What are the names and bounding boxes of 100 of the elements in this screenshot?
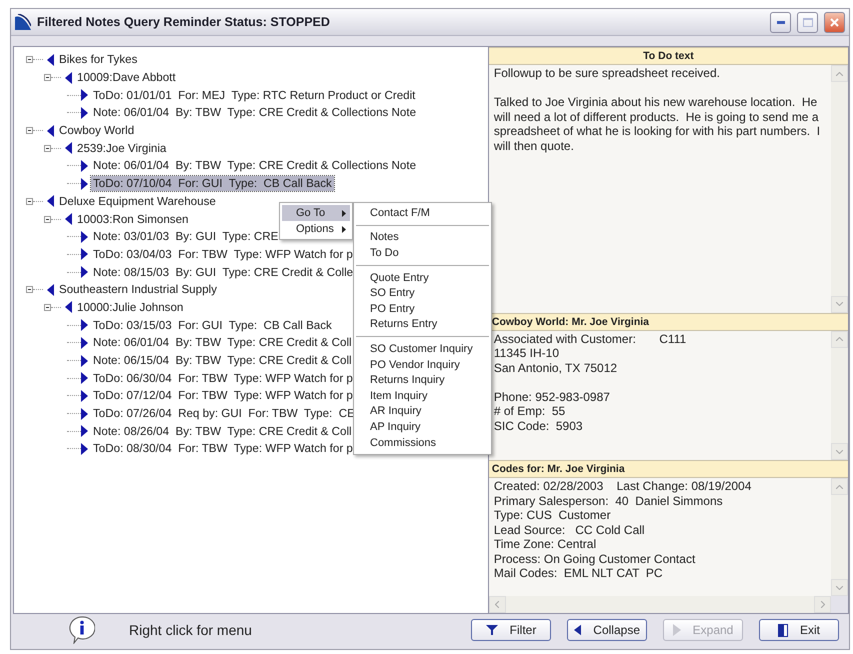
tree-item[interactable]: Bikes for Tykes (57, 52, 140, 68)
menu-item[interactable]: To Do (354, 245, 491, 261)
menu-item[interactable]: Returns Inquiry (354, 372, 491, 388)
door-icon (778, 624, 788, 636)
text-line: Time Zone: Central (494, 537, 598, 552)
text-line: Type: CUS Customer (494, 508, 612, 522)
menu-item[interactable]: Item Inquiry (354, 388, 491, 404)
menu-item[interactable]: Go To (282, 205, 350, 221)
chevron-up-icon (836, 337, 843, 342)
window-title: Filtered Notes Query Reminder Status: STOPPED (37, 15, 331, 29)
tree-item[interactable]: 10003:Ron Simonsen (75, 212, 191, 227)
triangle-right-icon (81, 248, 88, 260)
tree-item[interactable]: 2539:Joe Virginia (75, 140, 168, 156)
text-line: Primary Salesperson: 40 Daniel Simmons (494, 494, 724, 508)
tree-item[interactable]: Note: 08/15/03 By: GUI Type: CRE Credit & Colle (91, 264, 356, 280)
text-line: Associated with Customer: C111 (494, 332, 688, 346)
triangle-right-icon (81, 266, 88, 278)
triangle-right-icon (672, 624, 681, 636)
toolbar-button[interactable]: Filter (471, 619, 551, 641)
tree-item[interactable]: Note: 06/15/04 By: TBW Type: CRE Credit & Coll (91, 353, 354, 368)
minimize-button[interactable] (770, 12, 791, 32)
tree-item[interactable]: 10000:Julie Johnson (75, 300, 186, 315)
tree-item[interactable]: Southeastern Industrial Supply (57, 282, 219, 298)
close-button[interactable] (824, 12, 845, 32)
text-line: Created: 02/28/2003 Last Change: 08/19/2004 (494, 479, 752, 494)
triangle-right-icon (81, 408, 88, 420)
caret-icon (342, 210, 346, 216)
maximize-button[interactable] (797, 12, 818, 32)
tree-item[interactable]: Deluxe Equipment Warehouse (57, 194, 218, 209)
status-hint: Right click for menu (129, 622, 253, 638)
chevron-up-icon (836, 72, 843, 76)
menu-item[interactable]: AP Inquiry (354, 419, 491, 435)
menu-item[interactable]: PO Entry (354, 300, 491, 317)
menu-item[interactable]: PO Vendor Inquiry (354, 356, 491, 372)
scrollbar[interactable] (831, 65, 848, 313)
tree-item[interactable]: ToDo: 07/10/04 For: GUI Type: CB Call Back (91, 176, 334, 192)
text-line: SIC Code: 5903 (494, 418, 584, 434)
collapse-toggle[interactable] (44, 304, 51, 311)
scrollbar[interactable] (488, 596, 831, 613)
triangle-right-icon (81, 336, 88, 349)
menu-item[interactable]: Options (282, 221, 350, 237)
scrollbar[interactable] (831, 330, 848, 460)
scrollbar[interactable] (831, 478, 848, 596)
tree-item[interactable]: ToDo: 03/04/03 For: TBW Type: WFP Watch for p (91, 246, 355, 262)
menu-item[interactable]: AR Inquiry (354, 404, 491, 420)
chevron-down-icon (836, 302, 843, 306)
toolbar-button[interactable]: Exit (759, 619, 839, 641)
tree-item[interactable]: ToDo: 07/12/04 For: TBW Type: WFP Watch for p (91, 388, 355, 404)
triangle-right-icon (81, 425, 88, 438)
tree-item[interactable]: Cowboy World (57, 123, 136, 138)
text-line: Process: On Going Customer Contact (494, 552, 696, 566)
funnel-icon (486, 624, 498, 636)
triangle-left-icon (65, 72, 72, 84)
triangle-right-icon (81, 354, 88, 367)
triangle-right-icon (81, 89, 88, 102)
triangle-right-icon (81, 390, 88, 402)
collapse-toggle[interactable] (26, 286, 33, 294)
collapse-toggle[interactable] (26, 56, 33, 64)
triangle-left-icon (47, 195, 54, 208)
menu-item[interactable]: Returns Entry (354, 316, 491, 332)
text-line: San Antonio, TX 75012 (494, 360, 618, 376)
menu-item[interactable]: Quote Entry (354, 270, 491, 286)
tree-item[interactable]: 10009:Dave Abbott (75, 70, 178, 86)
menu-item[interactable]: Notes (354, 230, 491, 246)
menu-item[interactable]: Contact F/M (354, 205, 491, 221)
caret-icon (342, 226, 346, 232)
tree-item[interactable]: ToDo: 03/15/03 For: GUI Type: CB Call Back (91, 318, 334, 333)
triangle-right-icon (81, 442, 88, 455)
text-line: Mail Codes: EML NLT CAT PC (494, 566, 664, 580)
tree-item[interactable]: Note: 08/26/04 By: TBW Type: CRE Credit & Coll (91, 424, 354, 439)
triangle-left-icon (47, 284, 54, 296)
tree-item[interactable]: ToDo: 08/30/04 For: TBW Type: WFP Watch for p (91, 441, 355, 456)
collapse-toggle[interactable] (44, 216, 51, 223)
collapse-toggle[interactable] (26, 127, 33, 134)
app-icon (15, 14, 31, 30)
menu-item[interactable]: Commissions (354, 434, 491, 450)
triangle-left-icon (65, 301, 72, 314)
text-line: # of Emp: 55 (494, 404, 566, 419)
text-line: Lead Source: CC Cold Call (494, 522, 646, 537)
tree-item[interactable]: ToDo: 06/30/04 For: TBW Type: WFP Watch for p (91, 370, 355, 386)
chevron-down-icon (836, 450, 843, 454)
panel-header: To Do text (488, 47, 848, 65)
tree-item[interactable]: ToDo: 01/01/01 For: MEJ Type: RTC Return Product or Credit (91, 88, 418, 103)
menu-item[interactable]: SO Entry (354, 285, 491, 301)
menu-item[interactable]: SO Customer Inquiry (354, 341, 491, 357)
toolbar-button[interactable]: Collapse (567, 619, 647, 641)
tree-item[interactable]: Note: 06/01/04 By: TBW Type: CRE Credit & Collections Note (91, 105, 418, 120)
tree-item[interactable]: Note: 06/01/04 By: TBW Type: CRE Credit & Coll (91, 335, 354, 350)
info-icon (69, 616, 95, 644)
collapse-toggle[interactable] (26, 198, 33, 205)
tree-item[interactable]: Note: 06/01/04 By: TBW Type: CRE Credit & Collections Note (91, 158, 418, 174)
collapse-toggle[interactable] (44, 144, 51, 152)
triangle-right-icon (81, 106, 88, 119)
triangle-left-icon (47, 124, 54, 137)
triangle-left-icon (47, 54, 54, 66)
text-line: Talked to Joe Virginia about his new warehouse location. He will need a lot of different products. He is going to send me a spreadsheet of what he is looking for with his part numbers. I will then quote. (494, 95, 822, 153)
close-icon (830, 18, 839, 26)
tree-item[interactable]: Note: 03/01/03 By: GUI Type: CRE (91, 229, 280, 244)
triangle-left-icon (65, 142, 72, 154)
collapse-toggle[interactable] (44, 74, 51, 82)
